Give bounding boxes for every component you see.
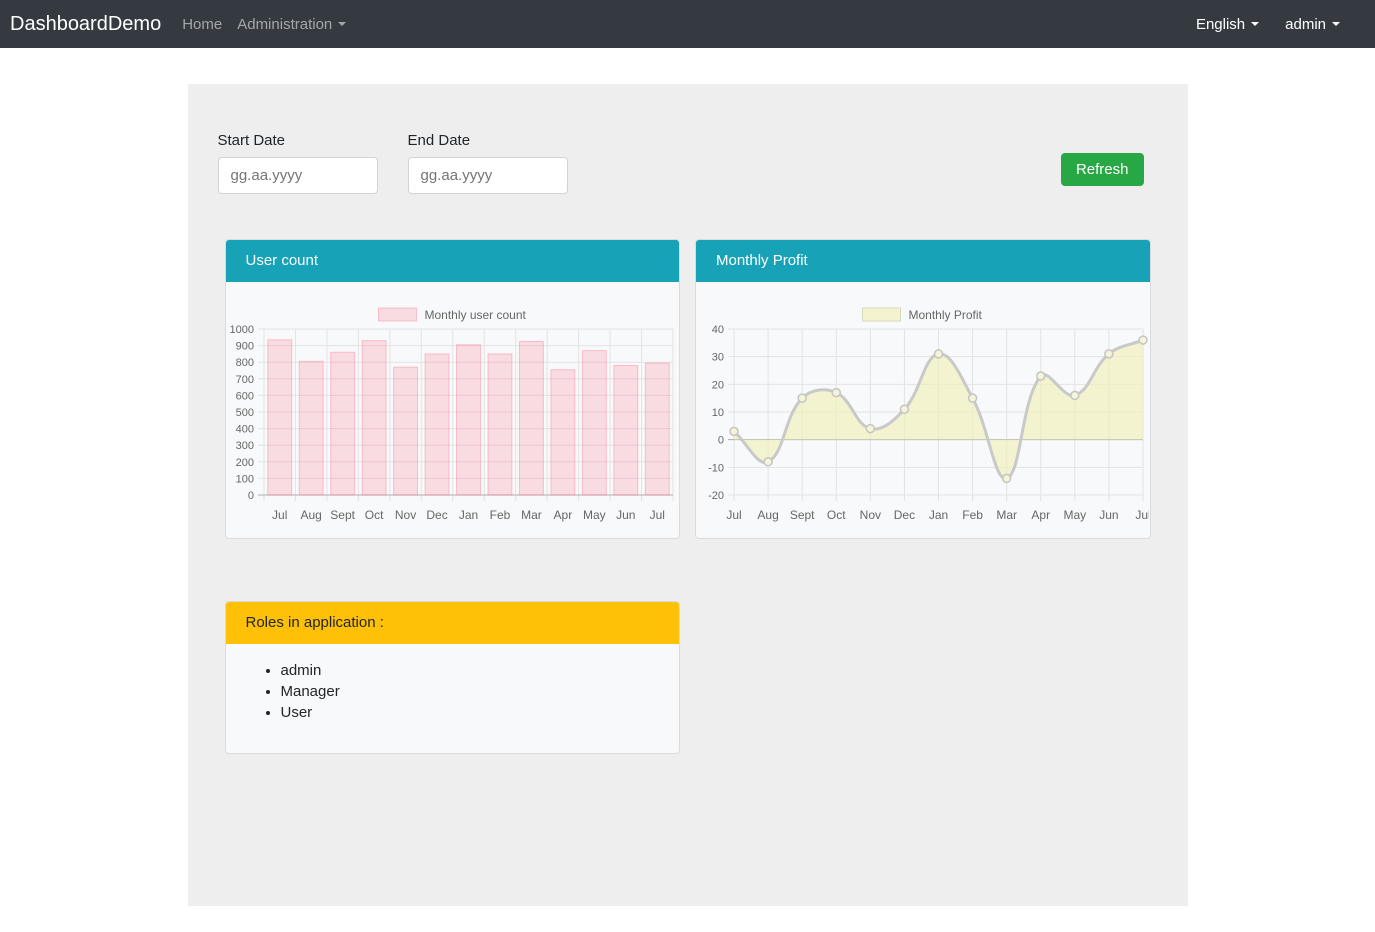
svg-text:Jul: Jul: [272, 508, 287, 522]
svg-text:Apr: Apr: [1031, 508, 1050, 522]
svg-text:Oct: Oct: [827, 508, 846, 522]
svg-text:400: 400: [235, 424, 253, 436]
chevron-down-icon: [1251, 22, 1259, 26]
svg-text:Oct: Oct: [364, 508, 383, 522]
user-count-panel-header: User count: [226, 240, 680, 282]
svg-text:800: 800: [235, 357, 253, 369]
svg-text:40: 40: [712, 324, 724, 336]
svg-text:20: 20: [712, 379, 724, 391]
end-date-label: End Date: [408, 132, 568, 149]
svg-text:0: 0: [247, 490, 253, 502]
svg-text:500: 500: [235, 407, 253, 419]
svg-text:1000: 1000: [229, 324, 253, 336]
user-dropdown-label: admin: [1285, 16, 1326, 33]
svg-text:200: 200: [235, 457, 253, 469]
svg-text:30: 30: [712, 352, 724, 364]
svg-text:Jul: Jul: [726, 508, 741, 522]
navbar-right: English admin: [1196, 16, 1340, 33]
svg-text:100: 100: [235, 473, 253, 485]
svg-text:Jun: Jun: [616, 508, 635, 522]
svg-text:Aug: Aug: [757, 508, 778, 522]
svg-text:Jul: Jul: [1135, 508, 1149, 522]
svg-text:Monthly user count: Monthly user count: [424, 308, 526, 322]
start-date-label: Start Date: [218, 132, 378, 149]
svg-text:Mar: Mar: [521, 508, 542, 522]
svg-text:0: 0: [718, 435, 724, 447]
svg-text:-20: -20: [708, 490, 724, 502]
svg-text:Dec: Dec: [894, 508, 915, 522]
svg-text:-10: -10: [708, 462, 724, 474]
svg-text:Nov: Nov: [394, 508, 415, 522]
svg-text:900: 900: [235, 341, 253, 353]
role-item: User: [281, 702, 679, 723]
navbar-brand[interactable]: DashboardDemo: [10, 13, 161, 36]
svg-text:Aug: Aug: [300, 508, 321, 522]
monthly-profit-line-chart: -20 -10 0 10 20 30 40 Jul Aug Sept Oct Nov Dec Jan Feb…: [696, 282, 1149, 538]
svg-text:Jan: Jan: [458, 508, 477, 522]
svg-text:May: May: [1063, 508, 1086, 522]
nav-administration-label: Administration: [237, 16, 332, 33]
language-dropdown-label: English: [1196, 16, 1245, 33]
start-date-input[interactable]: [218, 157, 378, 194]
charts-row: User count 01002003004005006007008009001…: [225, 239, 1151, 539]
chevron-down-icon: [1332, 22, 1340, 26]
svg-text:700: 700: [235, 374, 253, 386]
refresh-button[interactable]: Refresh: [1061, 153, 1144, 186]
language-dropdown[interactable]: English: [1196, 16, 1259, 33]
user-count-chart-body: 0 100 200 300 400 500 600 700 800 900 1000 Jul Aug Se…: [226, 282, 680, 538]
svg-text:Feb: Feb: [489, 508, 510, 522]
chevron-down-icon: [338, 22, 346, 26]
svg-text:Jul: Jul: [649, 508, 664, 522]
svg-text:Nov: Nov: [860, 508, 881, 522]
svg-text:Jun: Jun: [1099, 508, 1118, 522]
svg-text:10: 10: [712, 407, 724, 419]
start-date-field: Start Date: [218, 132, 378, 194]
dashboard-container: Start Date End Date Refresh User count 0…: [188, 84, 1188, 906]
roles-panel-header: Roles in application :: [226, 602, 679, 644]
svg-text:Jan: Jan: [929, 508, 948, 522]
filters-row: Start Date End Date Refresh: [188, 84, 1188, 194]
svg-text:Monthly Profit: Monthly Profit: [908, 308, 982, 322]
svg-text:May: May: [583, 508, 606, 522]
user-count-bar-chart: 0 100 200 300 400 500 600 700 800 900 1000 Jul Aug Se…: [226, 282, 679, 538]
user-dropdown[interactable]: admin: [1285, 16, 1340, 33]
nav-item-home[interactable]: Home: [182, 16, 222, 33]
end-date-input[interactable]: [408, 157, 568, 194]
svg-text:Dec: Dec: [426, 508, 447, 522]
monthly-profit-panel-header: Monthly Profit: [696, 240, 1150, 282]
svg-text:Sept: Sept: [790, 508, 815, 522]
monthly-profit-chart-body: -20 -10 0 10 20 30 40 Jul Aug Sept Oct Nov Dec Jan Feb…: [696, 282, 1150, 538]
roles-panel-body: adminManagerUser: [226, 644, 679, 753]
svg-text:Apr: Apr: [553, 508, 572, 522]
svg-text:Feb: Feb: [962, 508, 983, 522]
svg-text:600: 600: [235, 390, 253, 402]
role-item: Manager: [281, 681, 679, 702]
svg-text:Sept: Sept: [330, 508, 355, 522]
roles-panel: Roles in application : adminManagerUser: [225, 601, 680, 754]
svg-text:300: 300: [235, 440, 253, 452]
end-date-field: End Date: [408, 132, 568, 194]
roles-list: adminManagerUser: [226, 660, 679, 723]
nav-item-administration[interactable]: Administration: [237, 16, 346, 33]
monthly-profit-panel: Monthly Profit -20 -10 0 10 20 30 40 Jul Aug Sept…: [695, 239, 1151, 539]
user-count-panel: User count 0 100 200 300 400 500 600 700 800 900 1…: [225, 239, 681, 539]
navbar: DashboardDemo Home Administration Englis…: [0, 0, 1375, 48]
role-item: admin: [281, 660, 679, 681]
svg-text:Mar: Mar: [996, 508, 1017, 522]
